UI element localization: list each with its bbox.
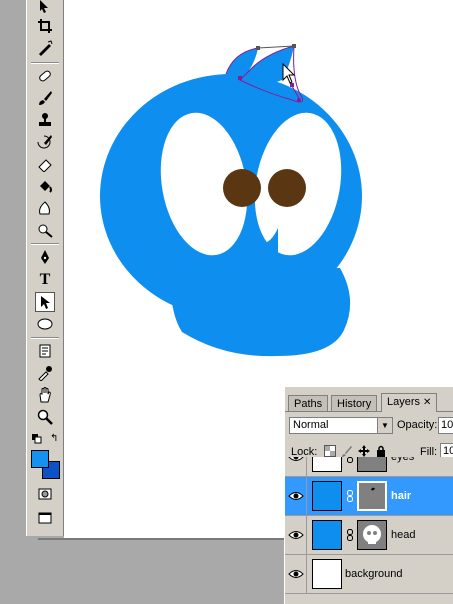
layer-row-eyes[interactable]: eyes bbox=[285, 457, 453, 477]
layer-name: head bbox=[391, 529, 416, 541]
opacity-input[interactable]: 100% bbox=[438, 417, 453, 434]
history-brush-icon[interactable] bbox=[35, 132, 55, 152]
link-icon bbox=[347, 457, 353, 463]
paint-bucket-icon[interactable] bbox=[35, 176, 55, 196]
layer-name: eyes bbox=[391, 457, 415, 463]
panel-tabs: Paths History Layers ✕ bbox=[285, 393, 453, 412]
move-tool-icon[interactable] bbox=[35, 0, 55, 16]
layer-row-background[interactable]: background bbox=[285, 555, 453, 594]
tab-history[interactable]: History bbox=[331, 395, 378, 411]
swap-colors-icon[interactable]: ↰ bbox=[50, 434, 60, 444]
lock-pixels-icon[interactable] bbox=[341, 445, 353, 457]
healing-brush-icon[interactable] bbox=[35, 66, 55, 86]
arrow-cursor-icon bbox=[282, 62, 296, 84]
pen-tool-icon[interactable] bbox=[35, 247, 55, 267]
hand-tool-icon[interactable] bbox=[35, 385, 55, 405]
layer-name: hair bbox=[391, 490, 412, 502]
layer-thumbnail bbox=[312, 481, 342, 511]
brush-tool-icon[interactable] bbox=[35, 88, 55, 108]
eraser-icon[interactable] bbox=[35, 154, 55, 174]
screen-mode-icon[interactable] bbox=[35, 508, 55, 528]
quick-mask-icon[interactable] bbox=[35, 484, 55, 504]
vector-mask-thumbnail bbox=[357, 457, 387, 472]
tab-paths[interactable]: Paths bbox=[288, 395, 329, 411]
clone-stamp-icon[interactable] bbox=[35, 110, 55, 130]
toolbox: T ↰ bbox=[26, 0, 64, 536]
layer-row-head[interactable]: head bbox=[285, 516, 453, 555]
slice-tool-icon[interactable] bbox=[35, 38, 55, 58]
vector-mask-thumbnail bbox=[357, 481, 387, 511]
default-colors-icon[interactable] bbox=[32, 434, 42, 444]
eye-icon[interactable] bbox=[288, 567, 304, 581]
blur-tool-icon[interactable] bbox=[35, 198, 55, 218]
close-icon[interactable]: ✕ bbox=[423, 397, 431, 408]
blend-mode-select[interactable]: Normal ▼ bbox=[289, 417, 393, 434]
layer-name: background bbox=[345, 568, 403, 580]
lock-all-icon[interactable] bbox=[375, 445, 387, 457]
type-tool-icon[interactable]: T bbox=[35, 270, 55, 290]
dodge-tool-icon[interactable] bbox=[35, 220, 55, 240]
eye-icon[interactable] bbox=[288, 457, 304, 464]
notes-tool-icon[interactable] bbox=[35, 341, 55, 361]
eyedropper-icon[interactable] bbox=[35, 363, 55, 383]
opacity-label: Opacity: bbox=[397, 419, 438, 431]
layer-list: eyes hair head background bbox=[285, 457, 453, 604]
tab-layers[interactable]: Layers ✕ bbox=[381, 393, 438, 412]
eye-icon[interactable] bbox=[288, 489, 304, 503]
layer-thumbnail bbox=[312, 457, 342, 472]
ellipse-shape-icon[interactable] bbox=[35, 314, 55, 334]
eye-icon[interactable] bbox=[288, 528, 304, 542]
crop-tool-icon[interactable] bbox=[35, 16, 55, 36]
link-icon bbox=[347, 529, 353, 541]
chevron-down-icon: ▼ bbox=[377, 418, 392, 433]
layers-panel: Paths History Layers ✕ Normal ▼ Opacity: … bbox=[284, 386, 453, 604]
lock-position-icon[interactable] bbox=[358, 445, 370, 457]
foreground-color-swatch[interactable] bbox=[31, 450, 49, 468]
vector-mask-thumbnail bbox=[357, 520, 387, 550]
zoom-tool-icon[interactable] bbox=[35, 407, 55, 427]
layer-row-hair[interactable]: hair bbox=[285, 477, 453, 516]
direct-selection-icon[interactable] bbox=[35, 292, 55, 312]
lock-transparency-icon[interactable] bbox=[324, 445, 336, 457]
layer-thumbnail bbox=[312, 520, 342, 550]
layer-thumbnail bbox=[312, 559, 342, 589]
link-icon bbox=[347, 490, 353, 502]
